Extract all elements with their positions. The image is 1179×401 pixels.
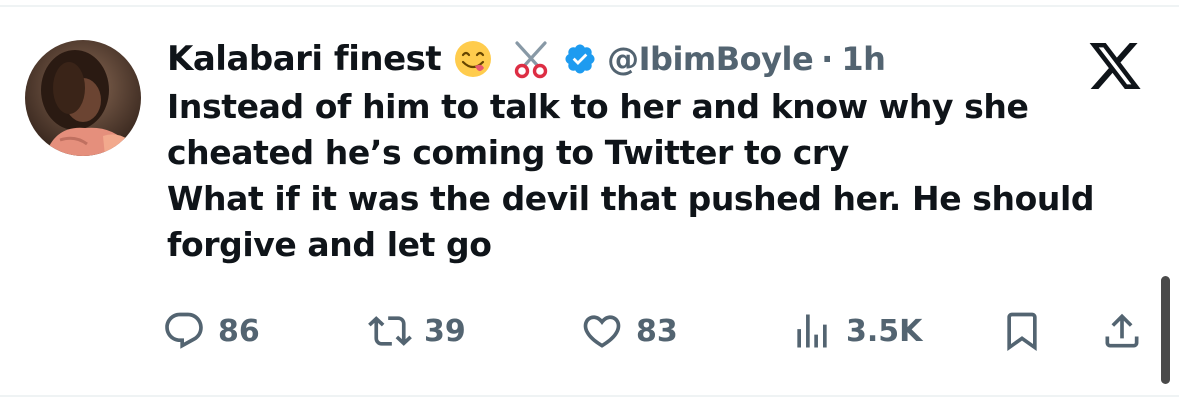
views-icon (797, 314, 827, 348)
bottom-divider (0, 395, 1179, 397)
avatar-image (25, 40, 141, 156)
share-icon (1105, 313, 1139, 348)
scrollbar-thumb[interactable] (1161, 276, 1170, 384)
top-divider (0, 5, 1179, 7)
like-count: 83 (636, 313, 678, 349)
like-button[interactable]: 83 (580, 305, 678, 357)
reply-button[interactable]: 86 (162, 305, 260, 357)
user-handle[interactable]: @IbimBoyle (607, 40, 814, 78)
header-separator: · (821, 40, 834, 78)
tweet-text-line-2: What if it was the devil that pushed her… (167, 179, 1095, 264)
timestamp[interactable]: 1h (841, 40, 886, 78)
scissors-emoji-icon (511, 39, 551, 79)
bookmark-icon (1007, 312, 1037, 352)
verified-badge-icon[interactable] (563, 42, 597, 76)
bookmark-button[interactable] (1000, 305, 1044, 357)
display-name[interactable]: Kalabari finest (167, 39, 442, 79)
avatar[interactable] (25, 40, 141, 156)
tweet-text-line-1: Instead of him to talk to her and know w… (167, 87, 1029, 172)
views-button[interactable]: 3.5K (790, 305, 922, 357)
repost-count: 39 (424, 313, 466, 349)
share-button[interactable] (1100, 305, 1144, 357)
repost-button[interactable]: 39 (368, 305, 466, 357)
tweet-header: Kalabari finest @IbimBoyle · 1h (167, 33, 886, 85)
reply-count: 86 (218, 313, 260, 349)
reply-icon (165, 312, 203, 349)
repost-icon (368, 316, 412, 346)
tweet-text: Instead of him to talk to her and know w… (167, 84, 1157, 268)
face-savoring-food-emoji-icon (453, 39, 493, 79)
heart-icon (583, 315, 621, 348)
action-bar: 86 39 83 3.5K (160, 305, 1150, 357)
views-count: 3.5K (846, 313, 923, 349)
